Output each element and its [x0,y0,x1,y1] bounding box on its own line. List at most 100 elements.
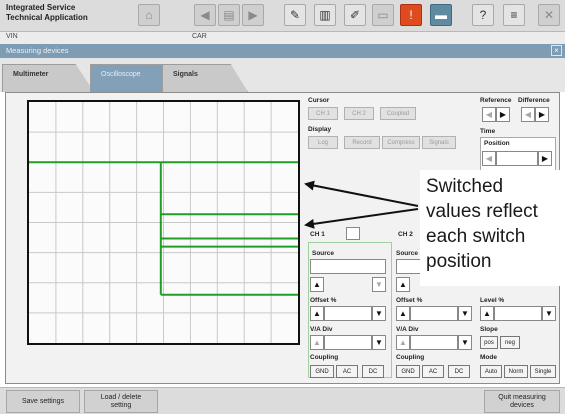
load-delete-line1: Load / delete [100,393,142,401]
ch2-offset-up-button[interactable]: ▲ [396,306,410,321]
window-title-bar: Measuring devices × [0,44,565,58]
info-row: VIN CAR [0,32,565,44]
ch1-offset-field[interactable] [324,306,372,321]
arrow-left-icon[interactable]: ◀ [194,4,216,26]
tab-signals[interactable]: Signals [162,64,248,92]
ch1-source-up-button[interactable]: ▲ [310,277,324,292]
record-button[interactable]: Record [344,136,380,149]
ch1-source-select[interactable] [310,259,386,274]
app-title-line1: Integrated Service [6,3,76,12]
difference-right-button[interactable]: ▶ [535,107,549,122]
ch1-coupling-label: Coupling [310,354,339,361]
ch1-offset-label: Offset % [310,297,337,304]
vin-label: VIN [6,33,18,40]
tab-row: Multimeter Oscilloscope Signals [0,58,565,92]
oscilloscope-display [29,102,298,343]
ch1-offset-up-button[interactable]: ▲ [310,306,324,321]
annotation-text-line-3: each switch [426,226,526,247]
difference-label: Difference [518,97,550,104]
ch1-source-down-button[interactable]: ▼ [372,277,386,292]
ch2-va-div-field[interactable] [410,335,458,350]
app-title-line2: Technical Application [6,13,88,22]
annotation-text-line-2: values reflect [426,201,538,222]
bottom-bar: Save settings Load / delete setting Quit… [0,387,565,414]
quit-line1: Quit measuring [498,393,546,401]
ch2-va-div-down-button[interactable]: ▼ [458,335,472,350]
reference-right-button[interactable]: ▶ [496,107,510,122]
ch2-coupling-ac-button[interactable]: AC [422,365,444,378]
ch1-source-label: Source [312,250,335,257]
cursor-coupled-button[interactable]: Coupled [380,107,416,120]
difference-left-button[interactable]: ◀ [521,107,535,122]
slope-pos-button[interactable]: pos [480,336,498,349]
window-close-button[interactable]: × [551,45,562,56]
oscilloscope-screen [27,100,300,345]
window-title: Measuring devices [6,46,69,55]
ch2-coupling-label: Coupling [396,354,425,361]
load-delete-setting-button[interactable]: Load / delete setting [84,390,158,413]
load-delete-line2: setting [110,401,132,409]
ch1-va-div-up-button[interactable]: ▲ [310,335,324,350]
ch1-va-div-field[interactable] [324,335,372,350]
ch1-color-box[interactable] [346,227,360,240]
position-label: Position [484,140,510,147]
save-settings-button[interactable]: Save settings [6,390,80,413]
annotation-text-line-1: Switched [426,176,504,197]
app-title: Integrated Service Technical Application [6,3,116,23]
ch2-offset-field[interactable] [410,306,458,321]
book-icon[interactable]: ▥ [314,4,336,26]
help-icon[interactable]: ? [472,4,494,26]
level-label: Level % [480,297,505,304]
ch2-coupling-gnd-button[interactable]: GND [396,365,420,378]
document-icon[interactable]: ▤ [218,4,240,26]
compress-button[interactable]: Compress [382,136,420,149]
ch1-coupling-gnd-button[interactable]: GND [310,365,334,378]
ch2-va-div-label: V/A Div [396,326,419,333]
time-position-left-button[interactable]: ◀ [482,151,496,166]
tab-multimeter[interactable]: Multimeter [2,64,94,92]
ch2-coupling-dc-button[interactable]: DC [448,365,470,378]
arrow-right-icon[interactable]: ▶ [242,4,264,26]
screen-icon[interactable]: ▬ [430,4,452,26]
annotation-text-line-4: position [426,251,492,272]
log-button[interactable]: Log [308,136,338,149]
quit-line2: devices [510,401,534,409]
ch1-coupling-dc-button[interactable]: DC [362,365,384,378]
ch1-offset-down-button[interactable]: ▼ [372,306,386,321]
window-icon[interactable]: ▭ [372,4,394,26]
ch2-label: CH 2 [398,231,413,238]
wrench-icon[interactable]: ✎ [284,4,306,26]
time-position-right-button[interactable]: ▶ [538,151,552,166]
reference-left-button[interactable]: ◀ [482,107,496,122]
battery-warning-icon[interactable]: ! [400,4,422,26]
level-up-button[interactable]: ▲ [480,306,494,321]
ch2-va-div-up-button[interactable]: ▲ [396,335,410,350]
cursor-ch2-button[interactable]: CH 2 [344,107,374,120]
slope-label: Slope [480,326,498,333]
quit-measuring-devices-button[interactable]: Quit measuring devices [484,390,560,413]
display-label: Display [308,126,332,133]
ch2-offset-down-button[interactable]: ▼ [458,306,472,321]
print-icon[interactable]: ≡ [503,4,525,26]
mode-label: Mode [480,354,497,361]
level-down-button[interactable]: ▼ [542,306,556,321]
close-icon[interactable]: ✕ [538,4,560,26]
slope-neg-button[interactable]: neg [500,336,520,349]
signals-button[interactable]: Signals [422,136,456,149]
ch2-source-up-button[interactable]: ▲ [396,277,410,292]
ch2-offset-label: Offset % [396,297,423,304]
mode-single-button[interactable]: Single [530,365,556,378]
toolbar: Integrated Service Technical Application… [0,0,565,32]
time-position-field[interactable] [496,151,538,166]
home-icon[interactable]: ⌂ [138,4,160,26]
time-label: Time [480,128,496,135]
level-field[interactable] [494,306,542,321]
ch1-va-div-down-button[interactable]: ▼ [372,335,386,350]
ch1-coupling-ac-button[interactable]: AC [336,365,358,378]
cursor-label: Cursor [308,97,330,104]
mode-auto-button[interactable]: Auto [480,365,502,378]
cursor-ch1-button[interactable]: CH 1 [308,107,338,120]
tools-icon[interactable]: ✐ [344,4,366,26]
ch1-label: CH 1 [310,231,325,238]
mode-norm-button[interactable]: Norm [504,365,528,378]
